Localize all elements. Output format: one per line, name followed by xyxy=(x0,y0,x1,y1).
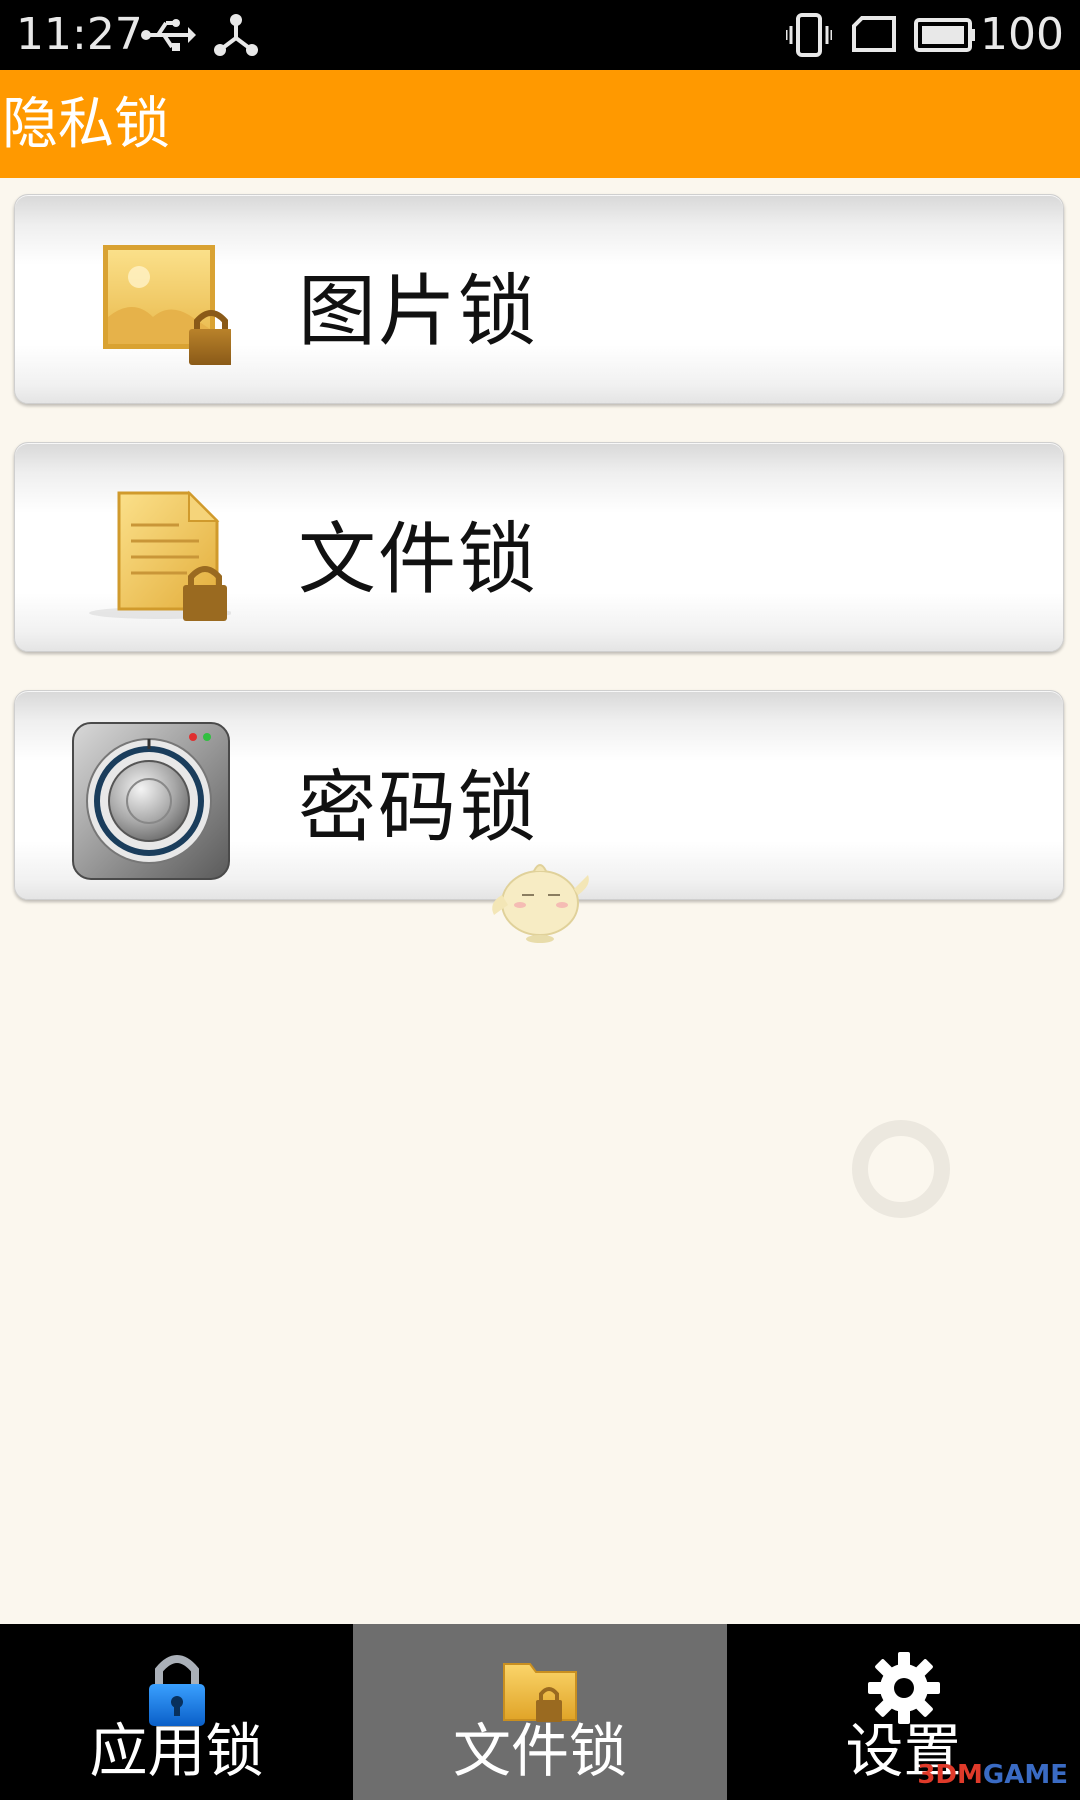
tab-file-lock-label: 文件锁 xyxy=(452,1717,627,1785)
vibrate-icon xyxy=(786,13,832,57)
tab-app-lock-label: 应用锁 xyxy=(89,1717,264,1785)
file-lock-card[interactable]: 文件锁 xyxy=(14,442,1064,652)
share-icon xyxy=(214,14,258,56)
file-lock-icon xyxy=(89,490,231,621)
tab-app-lock[interactable]: 应用锁 xyxy=(0,1624,353,1800)
file-lock-label: 文件锁 xyxy=(298,515,539,605)
watermark: 3DMGAME xyxy=(917,1760,1068,1790)
floating-assist-button[interactable] xyxy=(852,1120,950,1218)
password-lock-label: 密码锁 xyxy=(298,763,539,853)
image-lock-label: 图片锁 xyxy=(298,267,539,357)
mascot-icon xyxy=(492,864,589,943)
app-bar: 隐私锁 xyxy=(0,70,1080,178)
battery-icon xyxy=(914,18,975,52)
page-title: 隐私锁 xyxy=(2,92,170,157)
status-time: 11:27 xyxy=(16,9,143,60)
bottom-tab-bar: 应用锁 文件锁 设置 3DMGAME xyxy=(0,1624,1080,1800)
image-lock-card[interactable]: 图片锁 xyxy=(14,194,1064,404)
image-lock-icon xyxy=(103,245,231,365)
safe-dial-icon xyxy=(72,722,230,880)
tab-file-lock[interactable]: 文件锁 xyxy=(353,1624,727,1800)
sim-icon xyxy=(852,16,896,52)
status-bar: 11:27 100 xyxy=(0,0,1080,70)
usb-icon xyxy=(141,19,196,51)
battery-level: 100 xyxy=(980,9,1064,60)
